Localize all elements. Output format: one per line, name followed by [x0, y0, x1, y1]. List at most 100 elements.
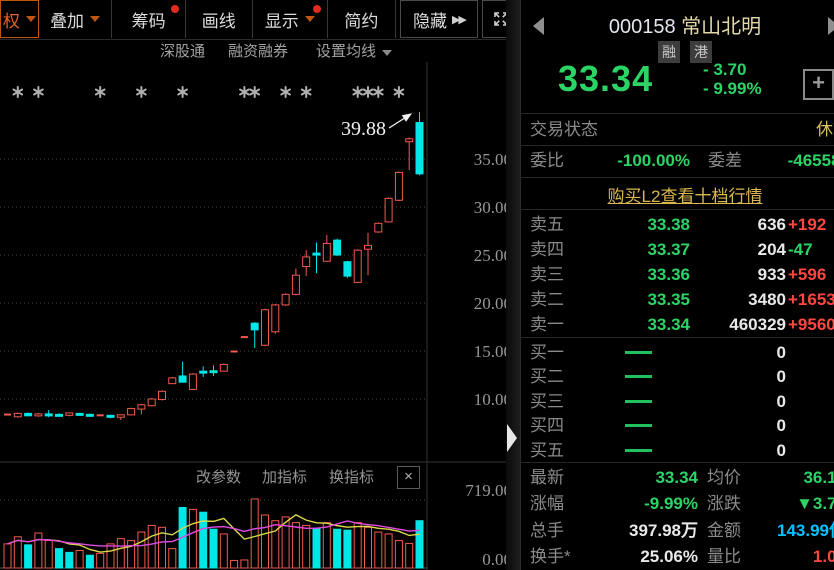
bid-label: 买三 [530, 389, 586, 414]
bid-row[interactable]: 买二0 [530, 364, 834, 389]
indicator-action-加指标[interactable]: 加指标 [262, 466, 307, 490]
notification-dot [171, 5, 179, 13]
close-indicator-pane-button[interactable]: × [397, 466, 420, 489]
bid-row[interactable]: 买三 0 [530, 389, 834, 414]
double-arrow-right-icon: ▶▶ [452, 13, 465, 26]
panel-splitter[interactable] [506, 0, 521, 570]
indicator-action-改参数[interactable]: 改参数 [196, 466, 241, 490]
price-axis-labels: 35.0030.0025.0020.0015.0010.00719.000.00 [465, 150, 512, 569]
weibi-row: 委比 -100.00% 委差 -465582 [530, 148, 834, 174]
bid-volume: 0 [690, 438, 786, 463]
ask-label: 卖三 [530, 262, 586, 287]
stat-label: 涨跌 [698, 491, 762, 517]
bid-volume: 0 [690, 389, 786, 414]
candles-layer [4, 112, 423, 420]
chart-toolbar: 权 叠加 筹码 画线显示简约 隐藏 ▶▶ [0, 0, 520, 40]
trade-status-label: 交易状态 [530, 117, 598, 143]
margin-badge: 融 [658, 41, 680, 63]
stat-value: 397.98万 [592, 518, 698, 544]
ask-label: 卖一 [530, 312, 586, 337]
ask-price: 33.35 [586, 287, 690, 312]
stat-row: 换手*25.06%量比1.09 [530, 544, 834, 570]
stat-label: 总手 [530, 518, 592, 544]
chevron-down-icon [26, 16, 36, 22]
toolbar-button-label: 叠加 [50, 7, 84, 32]
price-gridlines [0, 62, 520, 570]
volume-bars-layer [4, 499, 423, 568]
toolbar-button-叠加[interactable]: 叠加 [39, 0, 113, 38]
chevron-down-icon [90, 16, 100, 22]
toolbar-button-权[interactable]: 权 [0, 0, 39, 38]
toolbar-button-画线[interactable]: 画线 [186, 0, 253, 38]
weibi-value: -100.00% [578, 148, 690, 174]
collapse-panel-handle-icon[interactable] [507, 424, 517, 452]
bid-price-dash [625, 351, 652, 354]
ask-diff: -47 [786, 237, 834, 262]
toolbar-button-简约[interactable]: 简约 [328, 0, 396, 38]
stat-label: 均价 [698, 465, 762, 491]
ask-row[interactable]: 卖四33.37204-47 [530, 237, 834, 262]
ask-volume: 204 [690, 237, 786, 262]
stat-value: 33.34 [592, 465, 698, 491]
toolbar-button-显示[interactable]: 显示 [253, 0, 329, 38]
bid-price-dash [625, 400, 652, 403]
stat-label: 换手* [530, 544, 592, 570]
stat-value: 36.18 [762, 465, 834, 491]
svg-text:719.00: 719.00 [465, 481, 512, 500]
chevron-down-icon [382, 50, 392, 56]
ask-row[interactable]: 卖一33.34460329+95605 [530, 312, 834, 337]
notification-dot [313, 5, 321, 13]
chart-link-深股通[interactable]: 深股通 [160, 41, 205, 62]
price-change: - 3.70 [703, 60, 746, 80]
bid-row[interactable]: 买一 0 [530, 340, 834, 365]
toolbar-button-label: 隐藏 [413, 7, 447, 32]
chart-link-设置均线[interactable]: 设置均线 [316, 41, 392, 62]
add-to-watchlist-button[interactable]: + [803, 69, 834, 100]
ask-volume: 933 [690, 262, 786, 287]
bid-volume: 0 [690, 340, 786, 365]
toolbar-button-筹码[interactable]: 筹码 [112, 0, 186, 38]
toolbar-button-label: 简约 [344, 7, 378, 32]
stat-value: ▼3.70 [762, 491, 834, 517]
indicator-action-换指标[interactable]: 换指标 [329, 466, 374, 490]
weicha-label: 委差 [708, 148, 756, 174]
bid-row[interactable]: 买四0 [530, 413, 834, 438]
toolbar-button-label: 筹码 [132, 7, 166, 32]
ask-price: 33.37 [586, 237, 690, 262]
stock-title[interactable]: 000158 常山北明 [520, 10, 834, 39]
stock-app-window: { "toolbar": { "buttons": [ {"label":"权"… [0, 0, 834, 570]
chart-link-融资融券[interactable]: 融资融券 [228, 41, 288, 62]
chevron-down-icon [305, 16, 315, 22]
weicha-value: -465582 [756, 148, 834, 174]
toolbar-button-label: 权 [3, 7, 20, 32]
stat-value: 25.06% [592, 544, 698, 570]
stat-label: 金额 [698, 518, 762, 544]
stat-label: 最新 [530, 465, 592, 491]
last-price: 33.34 [558, 58, 653, 100]
bid-volume: 0 [690, 364, 786, 389]
toolbar-button-label: 画线 [202, 7, 236, 32]
ask-diff: +192 [786, 212, 834, 237]
bid-price-dash [625, 375, 652, 378]
ask-label: 卖四 [530, 237, 586, 262]
price-change-pct: - 9.99% [703, 79, 762, 99]
bid-label: 买五 [530, 438, 586, 463]
stat-row: 涨幅-9.99%涨跌▼3.70 [530, 491, 834, 517]
ask-diff: +1653 [786, 287, 834, 312]
ask-diff: +596 [786, 262, 834, 287]
stat-value: 1.09 [762, 544, 834, 570]
ask-row[interactable]: 卖二33.353480+1653 [530, 287, 834, 312]
bid-row[interactable]: 买五 0 [530, 438, 834, 463]
ask-diff: +95605 [786, 312, 834, 337]
bid-price-dash [625, 449, 652, 452]
bid-label: 买四 [530, 413, 586, 438]
stat-label: 量比 [698, 544, 762, 570]
candlestick-and-volume-chart[interactable]: 35.0030.0025.0020.0015.0010.00719.000.00… [0, 62, 520, 570]
ask-row[interactable]: 卖三33.36933+596 [530, 262, 834, 287]
toolbar-button-隐藏[interactable]: 隐藏 ▶▶ [400, 0, 479, 38]
l2-purchase-link[interactable]: 购买L2查看十档行情 [520, 182, 834, 207]
trade-status-value: 休市 [730, 117, 834, 143]
bid-label: 买一 [530, 340, 586, 365]
ask-row[interactable]: 卖五33.38636+192 [530, 212, 834, 237]
stock-code: 000158 [609, 16, 676, 38]
